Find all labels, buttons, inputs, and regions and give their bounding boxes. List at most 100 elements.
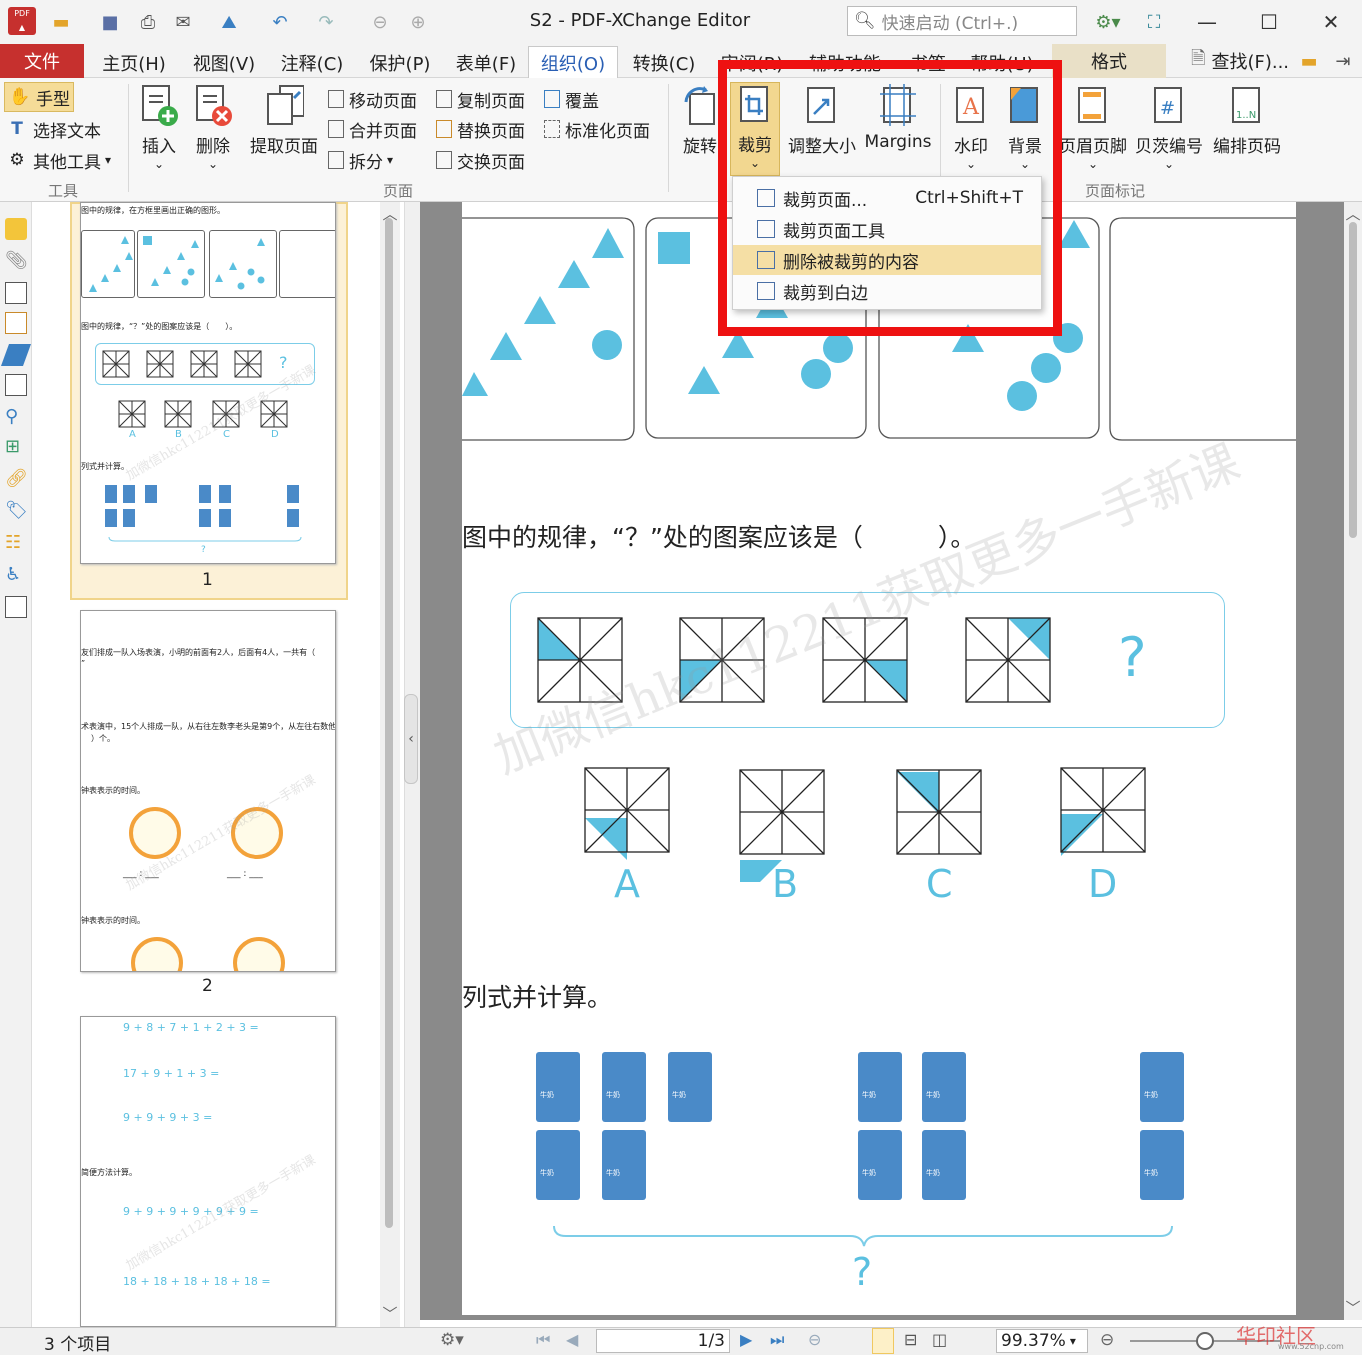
minimize-button[interactable]: —	[1182, 6, 1232, 38]
insert-label: 插入	[142, 137, 176, 157]
redo-icon[interactable]: ↷	[312, 8, 340, 36]
folder-star-icon[interactable]: ▬	[1296, 46, 1322, 76]
merge-page-icon	[328, 120, 344, 138]
tab-view[interactable]: 视图(V)	[184, 48, 264, 78]
other-tools-button[interactable]: ⚙ 其他工具 ▾	[6, 145, 111, 175]
milk-carton-icon: 牛奶	[536, 1052, 580, 1122]
links-icon[interactable]: 🔗︎	[5, 468, 28, 490]
normalize-pages-button[interactable]: 标准化页面	[544, 114, 650, 144]
tab-format[interactable]: 格式	[1052, 44, 1166, 78]
milk-carton-icon: 牛奶	[602, 1052, 646, 1122]
attachments-icon[interactable]: 📎︎	[5, 250, 28, 272]
bates-icon: #	[1149, 84, 1189, 128]
pages-icon[interactable]	[5, 282, 27, 304]
split-button[interactable]: 拆分 ▾	[328, 145, 393, 175]
close-button[interactable]: ✕	[1306, 6, 1356, 38]
file-tab[interactable]: 文件	[0, 44, 84, 78]
facing-pages-icon[interactable]: ◫	[932, 1330, 947, 1349]
bates-numbering-button[interactable]: # 贝茨编号 ⌄	[1132, 84, 1206, 171]
signatures-icon[interactable]	[5, 312, 27, 334]
chevron-down-icon: ⌄	[1087, 157, 1099, 171]
save-icon[interactable]: ■	[96, 8, 124, 36]
move-pages-button[interactable]: 移动页面	[328, 84, 417, 114]
back-icon[interactable]: ⊖	[366, 8, 394, 36]
extract-page-icon	[264, 84, 304, 128]
destinations-icon[interactable]: ⚲	[5, 406, 27, 428]
delete-pages-button[interactable]: 删除 ⌄	[188, 84, 238, 171]
copy-pages-button[interactable]: 复制页面	[436, 84, 525, 114]
merge-label: 合并页面	[349, 121, 417, 142]
overlay-button[interactable]: 覆盖	[544, 84, 599, 114]
zoom-out-icon[interactable]: ⊖	[1100, 1330, 1114, 1350]
split-icon	[328, 151, 344, 169]
open-folder-icon[interactable]: ▬	[46, 8, 76, 36]
tab-convert[interactable]: 转换(C)	[624, 48, 704, 78]
single-page-icon[interactable]	[872, 1328, 894, 1354]
thumb2-blank: ___ : ___	[227, 869, 263, 879]
layers-icon[interactable]	[0, 344, 32, 366]
continuous-icon[interactable]: ⊟	[904, 1330, 917, 1349]
accessibility-icon[interactable]: ♿︎	[5, 564, 27, 586]
fullscreen-icon[interactable]: ⛶	[1140, 8, 1168, 36]
merge-pages-button[interactable]: 合并页面	[328, 114, 417, 144]
tab-organize[interactable]: 组织(O)	[528, 46, 618, 78]
fields-icon[interactable]	[5, 374, 27, 396]
scroll-down-icon[interactable]: ﹀	[1344, 1296, 1362, 1318]
status-settings-icon[interactable]: ⚙▾	[440, 1330, 464, 1350]
prev-page-icon[interactable]: ◀	[566, 1330, 578, 1349]
insert-pages-button[interactable]: 插入 ⌄	[134, 84, 184, 171]
milk-label: 牛奶	[1144, 1169, 1158, 1177]
overlay-label: 覆盖	[565, 91, 599, 112]
chevron-down-icon: ⌄	[153, 157, 165, 171]
zoom-select[interactable]: 99.37% ▾	[996, 1329, 1088, 1353]
tab-home[interactable]: 主页(H)	[94, 48, 174, 78]
first-page-icon[interactable]: ⏮	[536, 1330, 550, 1350]
order-icon[interactable]: ☷	[5, 532, 27, 554]
page-number-input[interactable]: 1/3	[596, 1329, 730, 1353]
split-label: 拆分	[349, 152, 383, 173]
milk-carton-icon: 牛奶	[1140, 1130, 1184, 1200]
pin-icon[interactable]: ⇥	[1330, 46, 1356, 76]
page-number-button[interactable]: 1..N 编排页码	[1208, 84, 1286, 157]
tab-comment[interactable]: 注释(C)	[272, 48, 352, 78]
document-scrollbar[interactable]: ︿ ﹀	[1344, 202, 1362, 1320]
scan-icon[interactable]: ⛰	[214, 8, 244, 36]
quick-launch-search[interactable]: 🔍︎ 快速启动 (Ctrl+.)	[847, 6, 1077, 36]
forward-icon[interactable]: ⊕	[404, 8, 432, 36]
scroll-thumb[interactable]	[1349, 222, 1357, 538]
header-footer-button[interactable]: 页眉页脚 ⌄	[1058, 84, 1128, 171]
thumbnail-scrollbar[interactable]: ︿ ﹀	[380, 202, 400, 1327]
last-page-icon[interactable]: ⏭	[770, 1330, 784, 1350]
tab-protect[interactable]: 保护(P)	[360, 48, 440, 78]
scroll-up-icon[interactable]: ︿	[1344, 202, 1362, 224]
hand-tool-button[interactable]: ✋ 手型	[4, 82, 74, 112]
scroll-down-icon[interactable]: ﹀	[380, 1302, 400, 1324]
scroll-thumb[interactable]	[385, 218, 393, 1228]
total-brace	[553, 1225, 1173, 1247]
copy-page-icon	[436, 90, 452, 108]
find-button[interactable]: 🗎 查找(F)...	[1188, 46, 1292, 76]
tools-group-label: 工具	[47, 182, 78, 200]
maximize-button[interactable]: ☐	[1244, 6, 1294, 38]
milk-label: 牛奶	[606, 1091, 620, 1099]
replace-pages-button[interactable]: 替换页面	[436, 114, 525, 144]
tags-icon[interactable]: 🏷︎	[5, 500, 28, 522]
collapse-panel-handle[interactable]: ‹	[404, 694, 418, 784]
content-icon[interactable]	[5, 596, 27, 618]
history-back-icon[interactable]: ⊖	[808, 1330, 821, 1349]
tab-forms[interactable]: 表单(F)	[446, 48, 526, 78]
undo-icon[interactable]: ↶	[266, 8, 294, 36]
hand-icon: ✋	[9, 87, 31, 107]
swap-pages-button[interactable]: 交换页面	[436, 145, 525, 175]
milk-carton-icon: 牛奶	[602, 1130, 646, 1200]
email-icon[interactable]: ✉	[168, 8, 198, 36]
next-page-icon[interactable]: ▶	[740, 1330, 752, 1349]
extract-pages-button[interactable]: 提取页面	[246, 84, 322, 157]
settings-icon[interactable]: ⚙▾	[1088, 8, 1128, 36]
swap-label: 交换页面	[457, 152, 525, 173]
print-icon[interactable]: ⎙	[134, 8, 162, 36]
select-text-button[interactable]: T 选择文本	[6, 114, 101, 144]
zoom-slider-thumb[interactable]	[1196, 1332, 1214, 1350]
comments-icon[interactable]	[5, 218, 27, 240]
structure-icon[interactable]: ⊞	[5, 436, 27, 458]
